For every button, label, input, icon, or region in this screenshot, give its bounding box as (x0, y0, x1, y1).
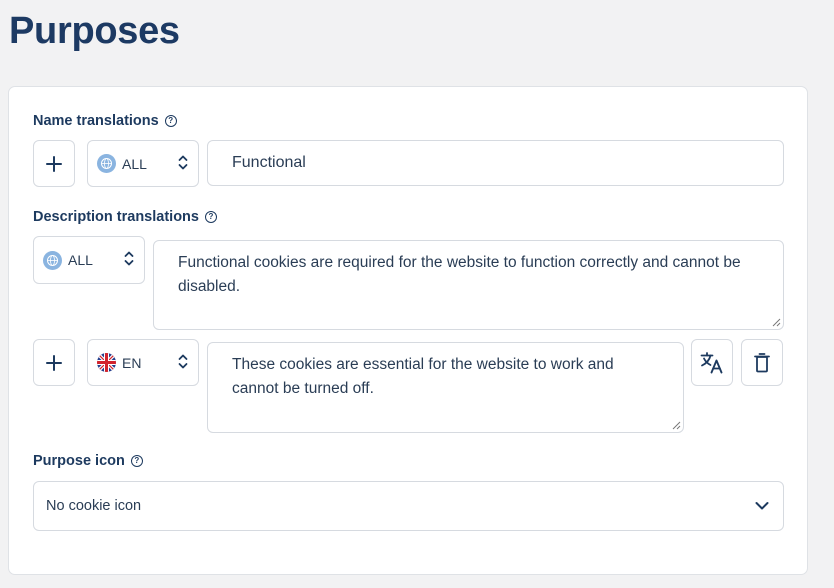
updown-icon (178, 154, 188, 173)
name-translations-label: Name translations ? (33, 113, 177, 129)
resize-icon[interactable] (772, 318, 781, 327)
help-icon[interactable]: ? (164, 115, 177, 127)
description-translations-label: Description translations ? (33, 209, 217, 225)
delete-translation-button[interactable] (741, 339, 783, 386)
globe-icon (43, 250, 62, 270)
description-textarea-all[interactable]: Functional cookies are required for the … (153, 240, 784, 330)
name-translation-input[interactable]: Functional (207, 140, 784, 186)
updown-icon (178, 353, 188, 372)
trash-icon (754, 352, 770, 372)
description-text-en: These cookies are essential for the webs… (232, 356, 614, 397)
description-language-select-all[interactable]: ALL (33, 236, 145, 284)
description-text-all: Functional cookies are required for the … (178, 254, 741, 295)
resize-icon[interactable] (672, 421, 681, 430)
description-language-select-en[interactable]: EN (87, 339, 199, 386)
description-language-value: ALL (68, 252, 93, 268)
uk-flag-icon (97, 353, 116, 372)
description-language-value: EN (122, 354, 142, 371)
description-textarea-en[interactable]: These cookies are essential for the webs… (207, 342, 684, 433)
add-description-translation-button[interactable] (33, 339, 75, 386)
name-language-select[interactable]: ALL (87, 140, 199, 187)
translate-icon (700, 351, 723, 373)
page-title: Purposes (9, 10, 180, 52)
purpose-icon-label-text: Purpose icon (33, 453, 125, 469)
add-name-translation-button[interactable] (33, 140, 75, 187)
updown-icon (124, 251, 134, 270)
help-icon[interactable]: ? (204, 211, 217, 223)
translate-button[interactable] (691, 339, 733, 386)
purpose-icon-select[interactable]: No cookie icon (33, 481, 784, 531)
purpose-icon-select-value: No cookie icon (46, 498, 142, 514)
help-icon[interactable]: ? (130, 455, 143, 467)
chevron-down-icon (755, 502, 769, 510)
description-translations-label-text: Description translations (33, 209, 199, 225)
globe-icon (97, 154, 116, 173)
name-language-value: ALL (122, 155, 147, 172)
plus-icon (46, 354, 62, 371)
name-translations-label-text: Name translations (33, 113, 159, 129)
purpose-icon-label: Purpose icon ? (33, 453, 143, 469)
plus-icon (46, 155, 62, 172)
purpose-form-card: Name translations ? ALL Functional Descr… (8, 86, 808, 575)
